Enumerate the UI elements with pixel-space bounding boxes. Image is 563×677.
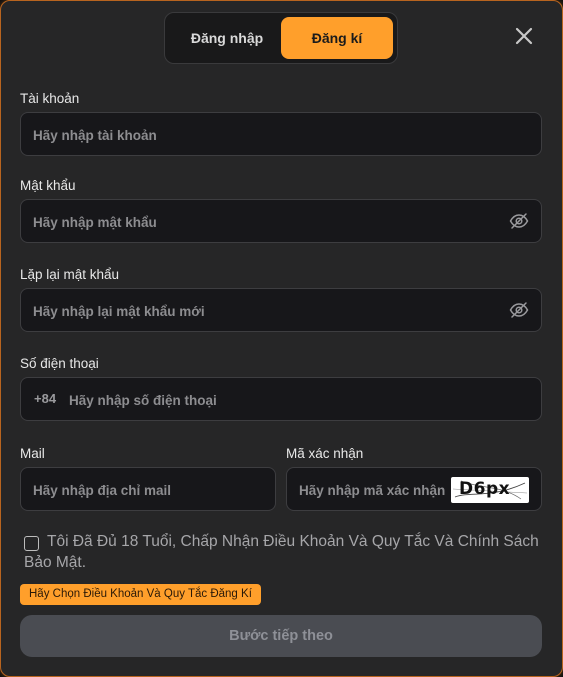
- password-field: [20, 199, 542, 244]
- mail-input[interactable]: [31, 468, 271, 512]
- phone-label: Số điện thoại: [20, 356, 99, 371]
- captcha-field: D6px: [286, 467, 542, 512]
- mail-field: [20, 467, 276, 512]
- phone-input[interactable]: [67, 378, 531, 422]
- account-label: Tài khoản: [20, 91, 80, 106]
- eye-off-icon[interactable]: [509, 301, 529, 319]
- auth-tabs: Đăng nhập Đăng kí: [164, 12, 398, 64]
- phone-field: +84: [20, 377, 542, 422]
- account-field: [20, 112, 542, 157]
- captcha-code: D6px: [459, 479, 511, 499]
- captcha-input[interactable]: [297, 468, 453, 512]
- account-input[interactable]: [31, 113, 525, 157]
- eye-off-icon[interactable]: [509, 212, 529, 230]
- mail-label: Mail: [20, 446, 45, 461]
- country-code: +84: [34, 391, 57, 406]
- confirm-password-label: Lặp lại mật khẩu: [20, 267, 120, 282]
- captcha-label: Mã xác nhận: [286, 446, 364, 461]
- password-input[interactable]: [31, 200, 495, 244]
- close-icon[interactable]: [513, 25, 535, 47]
- confirm-password-input[interactable]: [31, 289, 495, 333]
- tab-register[interactable]: Đăng kí: [281, 17, 393, 59]
- terms-warning-tooltip: Hãy Chọn Điều Khoản Và Quy Tắc Đăng Kí: [20, 584, 261, 605]
- register-modal: Đăng nhập Đăng kí Tài khoản Mật khẩu Lặp…: [0, 0, 563, 677]
- password-label: Mật khẩu: [20, 178, 76, 193]
- terms-text[interactable]: Tôi Đã Đủ 18 Tuổi, Chấp Nhận Điều Khoản …: [24, 531, 544, 573]
- confirm-password-field: [20, 288, 542, 333]
- tab-login[interactable]: Đăng nhập: [171, 17, 283, 59]
- next-step-button[interactable]: Bước tiếp theo: [20, 615, 542, 657]
- captcha-image[interactable]: D6px: [451, 477, 529, 503]
